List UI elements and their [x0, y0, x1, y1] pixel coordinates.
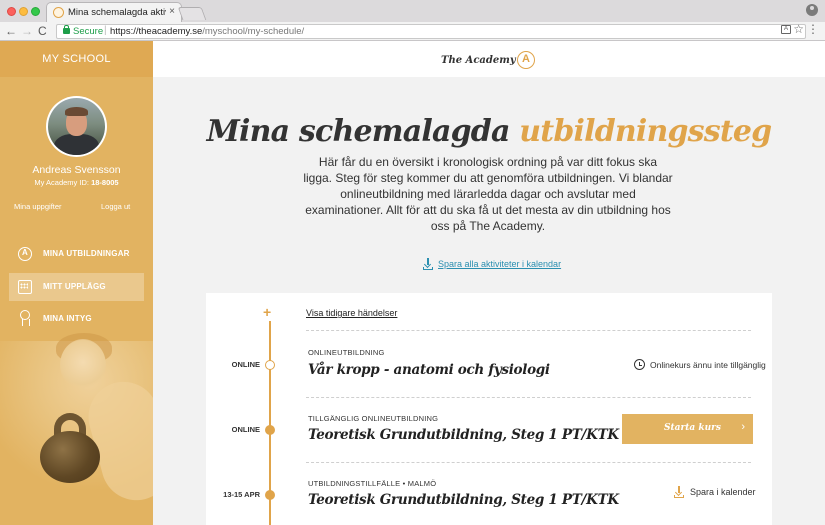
address-bar[interactable]: Secure | https://theacademy.se/myschool/…: [56, 24, 806, 39]
url-separator: |: [104, 25, 107, 36]
download-icon: [423, 258, 434, 270]
user-name: Andreas Svensson: [32, 164, 121, 176]
event-title[interactable]: Teoretisk Grundutbildning, Steg 1 PT/KTK: [308, 427, 619, 443]
lock-icon: [63, 25, 70, 34]
user-id-value: 18-8005: [91, 178, 119, 187]
save-all-to-calendar-link[interactable]: Spara alla aktiviteter i kalendar: [423, 258, 562, 270]
event-status-text: Onlinekurs ännu inte tillgänglig: [650, 360, 766, 370]
title-plain: Mina schemalagda: [206, 114, 511, 149]
browser-chrome: Mina schemalagda aktiviteter × ← → C Sec…: [0, 0, 825, 41]
calendar-icon: [18, 280, 32, 294]
divider: [306, 330, 751, 331]
event-status: Onlinekurs ännu inte tillgänglig: [634, 359, 766, 370]
timeline-dot: [265, 425, 275, 435]
translate-icon[interactable]: A: [781, 25, 791, 34]
certificate-icon: [20, 310, 30, 326]
academy-logo-icon[interactable]: A: [517, 51, 535, 69]
profile-icon[interactable]: [806, 4, 818, 16]
new-tab-button[interactable]: [177, 7, 207, 20]
divider: [306, 397, 751, 398]
timeline-dot-hollow: [265, 360, 275, 370]
browser-menu-icon[interactable]: ⋮: [807, 22, 819, 36]
user-id: My Academy ID: 18-8005: [0, 178, 153, 187]
forward-button[interactable]: →: [21, 24, 33, 38]
secure-label: Secure: [73, 26, 104, 37]
timeline-card: + Visa tidigare händelser ONLINE ONLINEU…: [206, 293, 772, 525]
show-earlier-link[interactable]: Visa tidigare händelser: [306, 308, 397, 318]
tab-strip: Mina schemalagda aktiviteter ×: [0, 0, 825, 23]
event-type: UTBILDNINGSTILLFÄLLE • MALMÖ: [308, 479, 437, 488]
sidebar-item-label: MINA UTBILDNINGAR: [43, 249, 130, 258]
logo-letter: A: [522, 53, 530, 65]
kettlebell-body: [40, 431, 100, 483]
browser-toolbar: ← → C Secure | https://theacademy.se/mys…: [0, 22, 825, 41]
sidebar-item-label: MINA INTYG: [43, 314, 92, 323]
avatar-body: [54, 134, 99, 155]
page-title: Mina schemalagda utbildningssteg: [153, 114, 825, 149]
sidebar-item-mitt-upplagg[interactable]: MITT UPPLÄGG: [9, 273, 144, 301]
title-accent: utbildningssteg: [519, 114, 772, 149]
sidebar-item-mina-intyg[interactable]: MINA INTYG: [9, 305, 144, 333]
chevron-right-icon: ›: [741, 421, 745, 433]
site-logo-text[interactable]: The Academy: [441, 55, 516, 66]
sidebar-item-label: MITT UPPLÄGG: [43, 282, 106, 291]
minimize-window-button[interactable]: [19, 7, 28, 16]
save-to-calendar-label: Spara i kalender: [690, 487, 756, 497]
event-type: TILLGÄNGLIG ONLINEUTBILDNING: [308, 414, 439, 423]
browser-tab[interactable]: Mina schemalagda aktiviteter ×: [46, 2, 182, 23]
favicon-icon: [53, 7, 64, 18]
avatar[interactable]: [46, 96, 107, 157]
bookmark-star-icon[interactable]: ☆: [793, 22, 804, 36]
download-icon: [674, 486, 685, 498]
sidebar-header: MY SCHOOL: [0, 41, 153, 77]
start-course-label: Starta kurs: [664, 423, 721, 433]
clock-icon: [634, 359, 645, 370]
event-date: ONLINE: [231, 425, 260, 434]
start-course-button[interactable]: Starta kurs ›: [622, 414, 753, 444]
tab-close-icon[interactable]: ×: [169, 6, 175, 17]
timeline-dot: [265, 490, 275, 500]
plus-icon[interactable]: +: [263, 305, 271, 319]
divider: [306, 462, 751, 463]
academy-badge-icon: [18, 247, 32, 261]
url-text[interactable]: https://theacademy.se/myschool/my-schedu…: [110, 26, 304, 37]
reload-button[interactable]: C: [38, 24, 47, 38]
save-all-label: Spara alla aktiviteter i kalendar: [438, 259, 562, 269]
event-title[interactable]: Vår kropp - anatomi och fysiologi: [308, 362, 550, 378]
kettlebell-image: [40, 413, 100, 483]
main-content: The Academy A Mina schemalagda utbildnin…: [153, 41, 825, 525]
avatar-photo: [48, 98, 105, 155]
user-id-label: My Academy ID:: [34, 178, 89, 187]
event-date: 13-15 APR: [223, 490, 260, 499]
event-title[interactable]: Teoretisk Grundutbildning, Steg 1 PT/KTK: [308, 492, 619, 508]
sidebar-item-mina-utbildningar[interactable]: MINA UTBILDNINGAR: [9, 240, 144, 268]
photo-face: [60, 339, 106, 391]
logout-link[interactable]: Logga ut: [101, 202, 130, 211]
sidebar: MY SCHOOL Andreas Svensson My Academy ID…: [0, 41, 153, 525]
tab-title: Mina schemalagda aktiviteter: [68, 7, 166, 18]
event-type: ONLINEUTBILDNING: [308, 348, 385, 357]
save-to-calendar-link[interactable]: Spara i kalender: [674, 486, 756, 498]
url-path: /myschool/my-schedule/: [202, 26, 305, 37]
maximize-window-button[interactable]: [31, 7, 40, 16]
page-description: Här får du en översikt i kronologisk ord…: [303, 155, 673, 233]
url-host: https://theacademy.se: [110, 26, 203, 37]
event-date: ONLINE: [231, 360, 260, 369]
site-header: The Academy A: [153, 41, 825, 77]
back-button[interactable]: ←: [5, 24, 17, 38]
avatar-hair: [65, 107, 88, 116]
my-details-link[interactable]: Mina uppgifter: [14, 202, 62, 211]
close-window-button[interactable]: [7, 7, 16, 16]
